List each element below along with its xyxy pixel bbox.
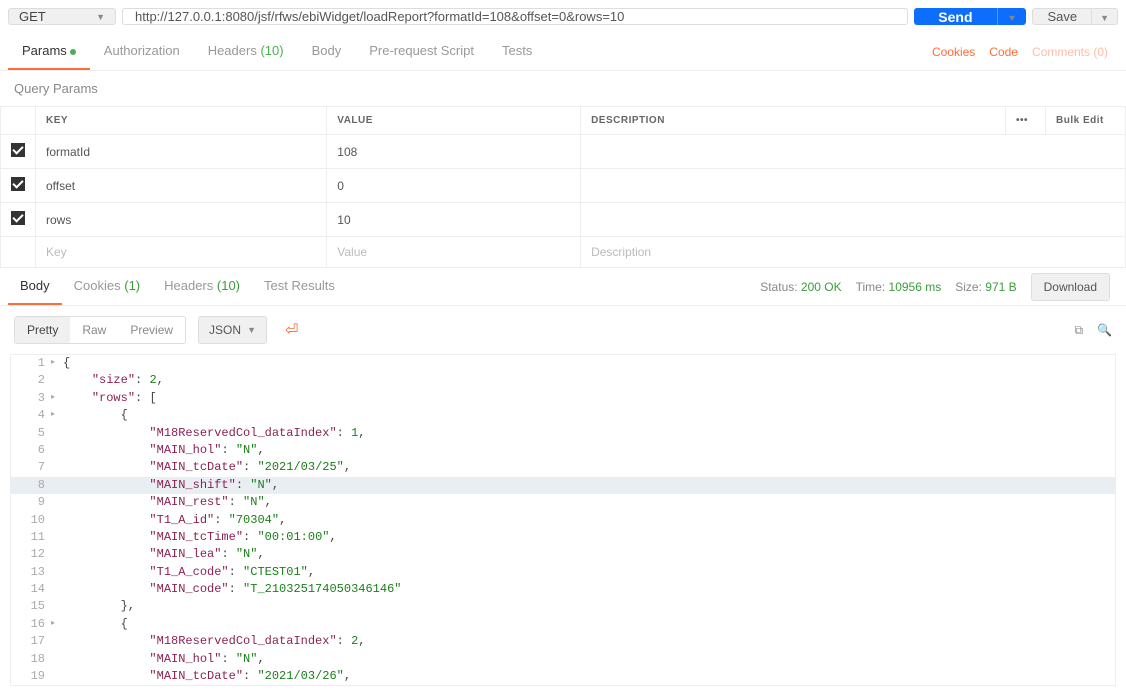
time-label: Time: 10956 ms xyxy=(856,280,942,294)
checkbox[interactable] xyxy=(11,177,25,191)
view-raw[interactable]: Raw xyxy=(70,317,118,343)
view-mode-segmented: Pretty Raw Preview xyxy=(14,316,186,344)
col-value: VALUE xyxy=(327,107,581,135)
response-body[interactable]: 1▸{ 2 "size": 2, 3▸ "rows": [ 4▸ { 5 "M1… xyxy=(10,354,1116,686)
method-value: GET xyxy=(19,9,46,24)
tab-params[interactable]: Params xyxy=(8,33,90,70)
bulk-edit-link[interactable]: Bulk Edit xyxy=(1046,107,1126,135)
tab-prerequest[interactable]: Pre-request Script xyxy=(355,33,488,70)
table-row[interactable]: rows 10 xyxy=(1,203,1126,237)
tab-authorization[interactable]: Authorization xyxy=(90,33,194,70)
col-key: KEY xyxy=(36,107,327,135)
checkbox[interactable] xyxy=(11,211,25,225)
col-description: DESCRIPTION xyxy=(581,107,1006,135)
method-select[interactable]: GET ▼ xyxy=(8,8,116,25)
status-label: Status: 200 OK xyxy=(760,280,841,294)
view-pretty[interactable]: Pretty xyxy=(15,317,70,343)
request-tabs: Params Authorization Headers (10) Body P… xyxy=(0,33,1126,71)
response-tabs: Body Cookies (1) Headers (10) Test Resul… xyxy=(0,268,1126,306)
table-row[interactable]: formatId 108 xyxy=(1,135,1126,169)
search-icon[interactable]: 🔍 xyxy=(1097,323,1112,338)
save-dropdown[interactable]: ▼ xyxy=(1092,8,1118,25)
chevron-down-icon: ▼ xyxy=(1100,13,1109,23)
send-button[interactable]: Send xyxy=(914,8,996,25)
params-table: KEY VALUE DESCRIPTION ••• Bulk Edit form… xyxy=(0,106,1126,268)
query-params-title: Query Params xyxy=(0,71,1126,106)
resp-tab-headers[interactable]: Headers (10) xyxy=(152,268,252,305)
resp-tab-cookies[interactable]: Cookies (1) xyxy=(62,268,152,305)
size-label: Size: 971 B xyxy=(955,280,1016,294)
url-input[interactable] xyxy=(122,8,908,25)
params-active-dot xyxy=(70,49,76,55)
download-button[interactable]: Download xyxy=(1031,273,1110,301)
chevron-down-icon: ▼ xyxy=(96,12,105,22)
chevron-down-icon: ▼ xyxy=(247,325,256,335)
view-preview[interactable]: Preview xyxy=(118,317,185,343)
wrap-lines-icon[interactable]: ⏎ xyxy=(277,314,306,346)
tab-tests[interactable]: Tests xyxy=(488,33,546,70)
more-options[interactable]: ••• xyxy=(1006,107,1046,135)
chevron-down-icon: ▼ xyxy=(1008,13,1017,23)
view-bar: Pretty Raw Preview JSON ▼ ⏎ ⧉ 🔍 xyxy=(0,306,1126,354)
copy-icon[interactable]: ⧉ xyxy=(1074,323,1083,338)
code-link[interactable]: Code xyxy=(989,45,1018,59)
table-row-empty[interactable]: Key Value Description xyxy=(1,237,1126,268)
checkbox[interactable] xyxy=(11,143,25,157)
table-row[interactable]: offset 0 xyxy=(1,169,1126,203)
resp-tab-body[interactable]: Body xyxy=(8,268,62,305)
tab-body[interactable]: Body xyxy=(298,33,356,70)
cookies-link[interactable]: Cookies xyxy=(932,45,975,59)
resp-tab-test-results[interactable]: Test Results xyxy=(252,268,347,305)
save-button[interactable]: Save xyxy=(1032,8,1092,25)
tab-headers[interactable]: Headers (10) xyxy=(194,33,298,70)
comments-link[interactable]: Comments (0) xyxy=(1032,45,1108,59)
send-dropdown[interactable]: ▼ xyxy=(997,8,1027,25)
format-select[interactable]: JSON ▼ xyxy=(198,316,267,344)
